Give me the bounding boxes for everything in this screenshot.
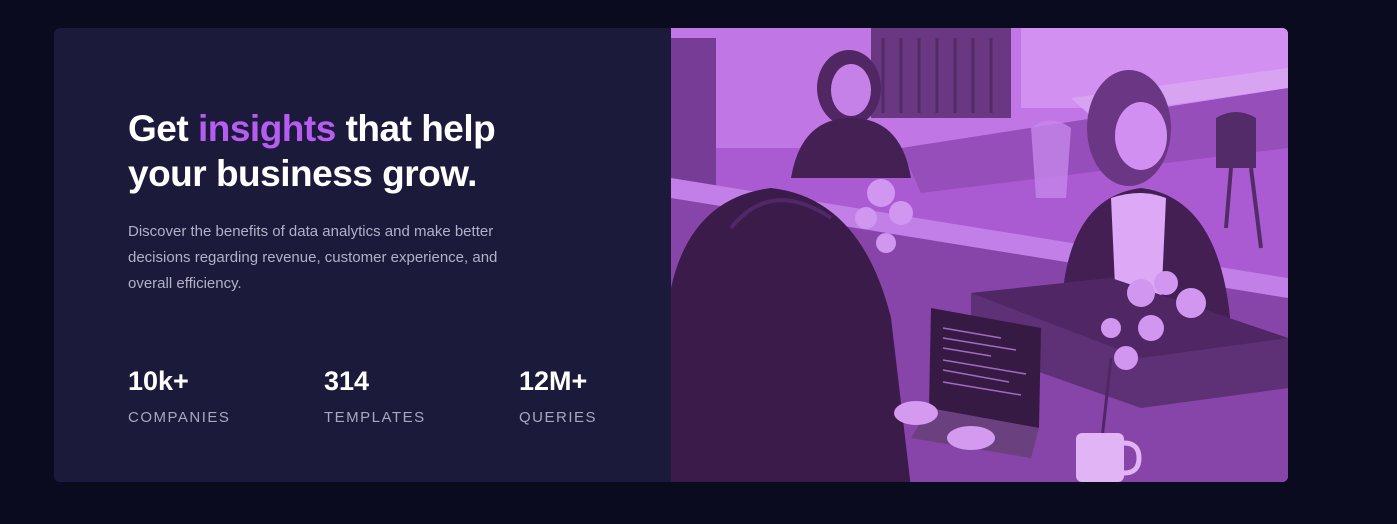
stat-templates: 314 TEMPLATES — [324, 363, 426, 427]
headline-accent-word: insights — [197, 108, 336, 149]
hero-headline: Get insights that help your business gro… — [128, 106, 568, 196]
hero-text-panel: Get insights that help your business gro… — [54, 28, 671, 482]
stat-label: QUERIES — [519, 409, 598, 426]
stat-value: 12M+ — [519, 366, 588, 396]
hero-description: Discover the benefits of data analytics … — [128, 223, 498, 292]
photo-illustration — [671, 28, 1288, 482]
stat-value: 314 — [324, 366, 370, 396]
office-team-photo — [671, 28, 1288, 482]
hero-card: Get insights that help your business gro… — [54, 28, 1288, 482]
stat-label: TEMPLATES — [324, 409, 426, 426]
stat-value: 10k+ — [128, 366, 189, 396]
stat-queries: 12M+ QUERIES — [519, 363, 597, 427]
stat-label: COMPANIES — [128, 409, 231, 426]
headline-prefix: Get — [128, 108, 198, 149]
stat-companies: 10k+ COMPANIES — [128, 363, 230, 427]
stats-row: 10k+ COMPANIES 314 TEMPLATES 12M+ QUERIE… — [128, 363, 628, 443]
